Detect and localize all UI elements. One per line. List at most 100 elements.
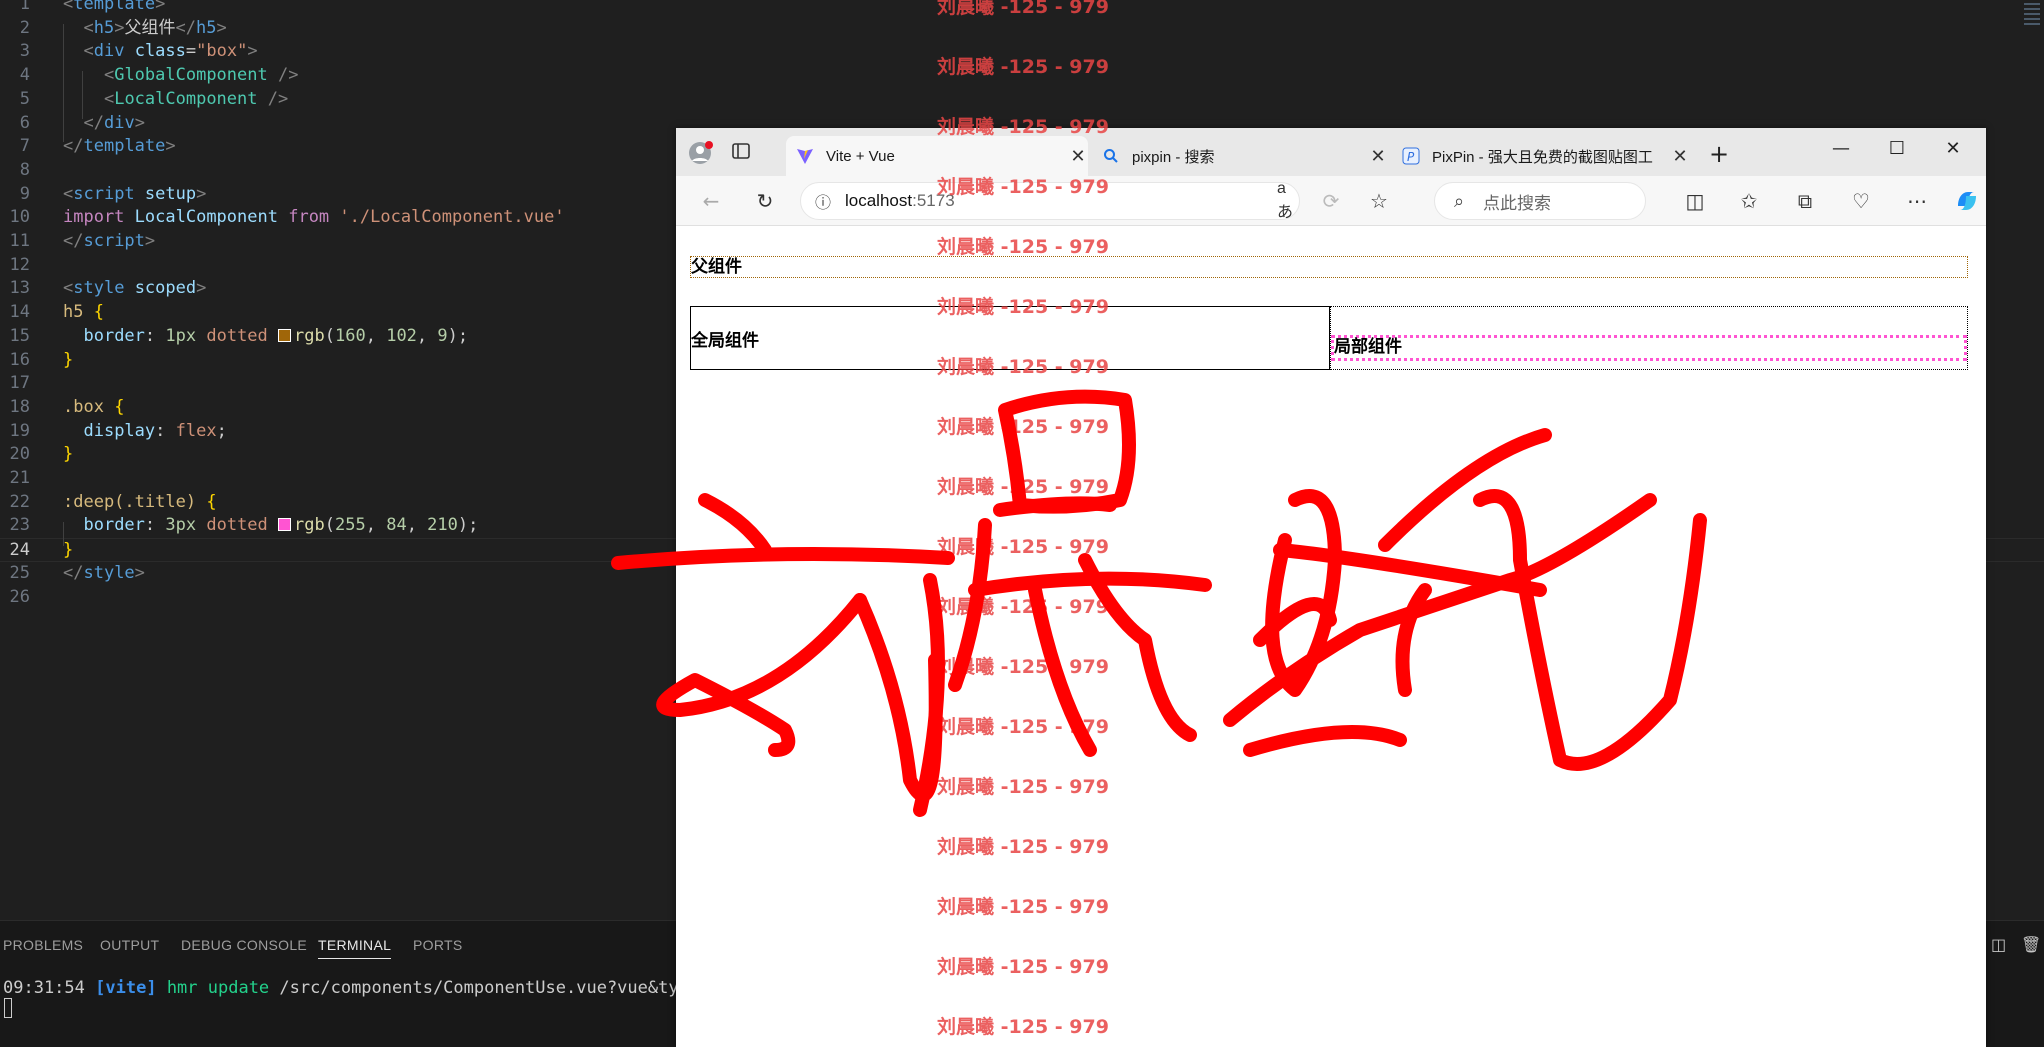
code-text: </template> — [63, 136, 176, 157]
code-line[interactable]: 5 <LocalComponent /> — [0, 88, 2044, 112]
search-icon — [1102, 147, 1120, 165]
new-tab-icon[interactable]: + — [1704, 140, 1734, 168]
copilot-icon[interactable] — [1954, 188, 1980, 214]
code-text: border: 3px dotted rgb(255, 84, 210); — [83, 515, 479, 536]
code-text: <style scoped> — [63, 278, 207, 299]
split-screen-icon[interactable]: ◫ — [1682, 188, 1708, 214]
tab-title: pixpin - 搜索 — [1132, 148, 1215, 166]
search-box[interactable]: ⌕ 点此搜索 — [1434, 182, 1646, 220]
browser-essentials-icon[interactable]: ♡ — [1848, 188, 1874, 214]
edge-sync-icon[interactable]: ⟳ — [1318, 188, 1344, 214]
line-number: 25 — [9, 562, 30, 583]
minimap[interactable] — [2024, 0, 2040, 50]
maximize-icon[interactable]: ☐ — [1882, 138, 1912, 164]
code-text: } — [63, 349, 74, 370]
profile-icon[interactable] — [688, 140, 714, 166]
tab-pixpin-search[interactable]: pixpin - 搜索 ✕ — [1092, 136, 1388, 176]
search-icon: ⌕ — [1453, 190, 1465, 212]
browser-toolbar: ← ↻ ⓘ localhost:5173 aあ ⟳ ☆ ⌕ 点此搜索 ◫ ✩ ⧉… — [676, 176, 1986, 226]
read-aloud-icon[interactable]: aあ — [1277, 180, 1299, 222]
global-component-title: 全局组件 — [691, 330, 759, 350]
global-component: 全局组件 — [690, 306, 1330, 370]
back-icon[interactable]: ← — [698, 188, 724, 214]
line-number: 8 — [19, 159, 30, 180]
favorite-star-icon[interactable]: ☆ — [1366, 188, 1392, 214]
close-icon[interactable]: ✕ — [1670, 146, 1690, 167]
code-text: .box { — [63, 396, 125, 417]
tab-pixpin-site[interactable]: P PixPin - 强大且免费的截图贴图工 ✕ — [1392, 136, 1690, 176]
tab-debug-console[interactable]: DEBUG CONSOLE — [181, 937, 307, 953]
code-text: <template> — [63, 0, 166, 14]
line-number: 24 — [9, 540, 30, 561]
svg-text:P: P — [1407, 150, 1415, 164]
tab-strip: Vite + Vue ✕ pixpin - 搜索 ✕ P PixPin - 强大… — [676, 128, 1986, 176]
line-number: 3 — [19, 41, 30, 62]
more-icon[interactable]: ⋯ — [1904, 188, 1930, 214]
split-terminal-icon[interactable]: ◫ — [1991, 935, 2007, 954]
local-component: 局部组件 — [1330, 306, 1968, 370]
code-line[interactable]: 3 <div class="box"> — [0, 40, 2044, 64]
trash-icon[interactable]: 🗑 — [2021, 935, 2041, 954]
line-number: 12 — [9, 254, 30, 275]
code-line[interactable]: 2 <h5>父组件</h5> — [0, 17, 2044, 41]
color-swatch[interactable] — [278, 328, 292, 342]
component-box: 全局组件 局部组件 — [690, 306, 1968, 370]
line-number: 18 — [9, 396, 30, 417]
line-number: 13 — [9, 278, 30, 299]
code-text: border: 1px dotted rgb(160, 102, 9); — [83, 325, 469, 346]
page-content: 父组件 全局组件 局部组件 — [676, 226, 1986, 1047]
minimize-icon[interactable]: — — [1826, 138, 1856, 164]
terminal-vite-tag: [vite] — [95, 978, 157, 998]
line-number: 15 — [9, 325, 30, 346]
code-text: </script> — [63, 231, 156, 251]
code-text: </div> — [83, 112, 145, 133]
code-line[interactable]: 1 <template> — [0, 0, 2044, 17]
line-number: 14 — [9, 302, 30, 323]
tab-problems[interactable]: PROBLEMS — [3, 937, 83, 953]
line-number: 10 — [9, 207, 30, 228]
code-text: import LocalComponent from './LocalCompo… — [63, 207, 565, 228]
code-text: <h5>父组件</h5> — [83, 17, 227, 38]
workspaces-icon[interactable] — [728, 140, 754, 166]
line-number: 26 — [9, 586, 30, 607]
line-number: 6 — [19, 112, 30, 133]
close-window-icon[interactable]: ✕ — [1938, 138, 1968, 164]
tab-terminal[interactable]: TERMINAL — [318, 937, 392, 959]
indent-guide — [63, 522, 64, 546]
line-number: 16 — [9, 349, 30, 370]
code-text: <script setup> — [63, 183, 207, 204]
line-number: 22 — [9, 491, 30, 512]
line-number: 7 — [19, 136, 30, 157]
color-swatch[interactable] — [278, 518, 292, 532]
close-icon[interactable]: ✕ — [1368, 146, 1388, 167]
code-line[interactable]: 4 <GlobalComponent /> — [0, 64, 2044, 88]
local-component-title: 局部组件 — [1331, 335, 1967, 361]
vite-icon — [796, 147, 814, 165]
address-bar[interactable]: ⓘ localhost:5173 aあ — [800, 180, 1300, 222]
line-number: 17 — [9, 373, 30, 394]
tab-title: Vite + Vue — [826, 147, 895, 165]
line-number: 11 — [9, 231, 30, 251]
terminal-output[interactable]: 09:31:54 [vite] hmr update /src/componen… — [3, 978, 771, 998]
line-number: 19 — [9, 420, 30, 441]
browser-window: Vite + Vue ✕ pixpin - 搜索 ✕ P PixPin - 强大… — [676, 128, 1986, 1047]
line-number: 2 — [19, 17, 30, 38]
favorites-icon[interactable]: ✩ — [1736, 188, 1762, 214]
code-text: :deep(.title) { — [63, 491, 217, 512]
terminal-event: hmr update — [166, 978, 270, 998]
collections-icon[interactable]: ⧉ — [1792, 188, 1818, 214]
close-icon[interactable]: ✕ — [1068, 146, 1088, 167]
tab-vite-vue[interactable]: Vite + Vue ✕ — [786, 136, 1088, 176]
code-text: h5 { — [63, 302, 104, 323]
refresh-icon[interactable]: ↻ — [752, 188, 778, 214]
code-text: } — [63, 540, 74, 561]
search-placeholder: 点此搜索 — [1483, 193, 1551, 213]
tab-output[interactable]: OUTPUT — [100, 937, 159, 953]
code-text: <div class="box"> — [83, 41, 258, 62]
line-number: 9 — [19, 183, 30, 204]
code-text: </style> — [63, 562, 145, 583]
info-icon[interactable]: ⓘ — [801, 189, 845, 213]
tab-ports[interactable]: PORTS — [413, 937, 462, 953]
parent-heading: 父组件 — [690, 256, 1968, 278]
line-number: 20 — [9, 444, 30, 465]
